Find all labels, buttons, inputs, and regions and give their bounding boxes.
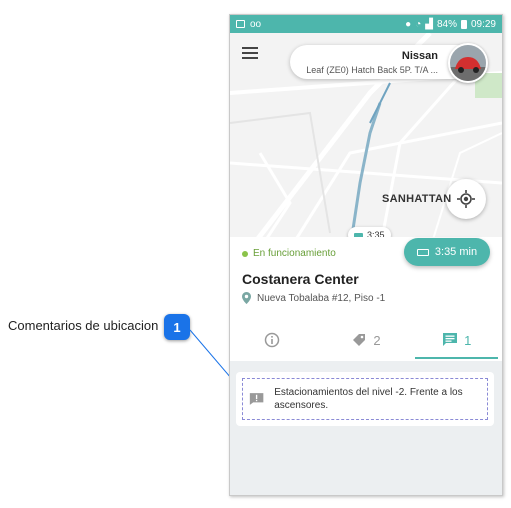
tab-tags[interactable]: 2 (321, 321, 412, 359)
comment-text: Estacionamientos del nivel -2. Frente a … (274, 387, 463, 411)
car-icon (450, 45, 486, 81)
tab-tags-count: 2 (373, 332, 381, 348)
tab-comments[interactable]: 1 (411, 321, 502, 359)
detail-tabs: 2 1 (230, 321, 502, 359)
battery-icon (460, 19, 467, 29)
place-address: Nueva Tobalaba #12, Piso -1 (242, 292, 385, 304)
comment-card: Estacionamientos del nivel -2. Frente a … (236, 372, 494, 426)
callout-badge: 1 (164, 314, 190, 340)
gallery-icon (236, 20, 245, 28)
tag-icon (353, 334, 366, 346)
tab-comments-count: 1 (464, 332, 472, 348)
battery-level: 84% (436, 18, 457, 30)
phone-screen: oo ● ◔ ▟ 84% 09:29 Nissan Leaf (ZE0) Hat… (229, 14, 503, 496)
feedback-icon (249, 393, 264, 405)
status-bar: oo ● ◔ ▟ 84% 09:29 (230, 15, 502, 33)
car-photo (448, 43, 488, 83)
crosshair-icon (457, 190, 475, 208)
map-area-label: SANHATTAN (382, 193, 452, 205)
charge-time: 3:35 min (434, 246, 478, 258)
selected-car[interactable]: Nissan Leaf (ZE0) Hatch Back 5P. T/A ... (290, 43, 488, 83)
status-dot-icon (242, 250, 248, 257)
clock: 09:29 (470, 18, 496, 30)
map-view[interactable]: Nissan Leaf (ZE0) Hatch Back 5P. T/A ... (230, 33, 502, 266)
place-title: Costanera Center (242, 271, 359, 287)
wifi-icon: ◔ (415, 18, 422, 30)
car-model: Leaf (ZE0) Hatch Back 5P. T/A ... (306, 65, 438, 75)
my-location-button[interactable] (446, 179, 486, 219)
operating-status: En funcionamiento (242, 248, 336, 259)
location-comment: Estacionamientos del nivel -2. Frente a … (242, 378, 488, 420)
voicemail-icon: oo (250, 18, 262, 30)
status-label: En funcionamiento (253, 248, 336, 259)
map-pin-icon (242, 292, 251, 304)
location-icon: ● (405, 18, 412, 30)
address-text: Nueva Tobalaba #12, Piso -1 (257, 292, 386, 304)
battery-charging-icon (416, 248, 429, 256)
info-icon (265, 332, 280, 348)
comment-icon (443, 333, 458, 346)
tab-info[interactable] (230, 321, 321, 359)
car-brand: Nissan (401, 50, 438, 62)
signal-icon: ▟ (425, 18, 433, 30)
callout-label: Comentarios de ubicacion (8, 318, 159, 333)
menu-button[interactable] (242, 47, 258, 61)
charge-time-chip[interactable]: 3:35 min (404, 238, 490, 266)
